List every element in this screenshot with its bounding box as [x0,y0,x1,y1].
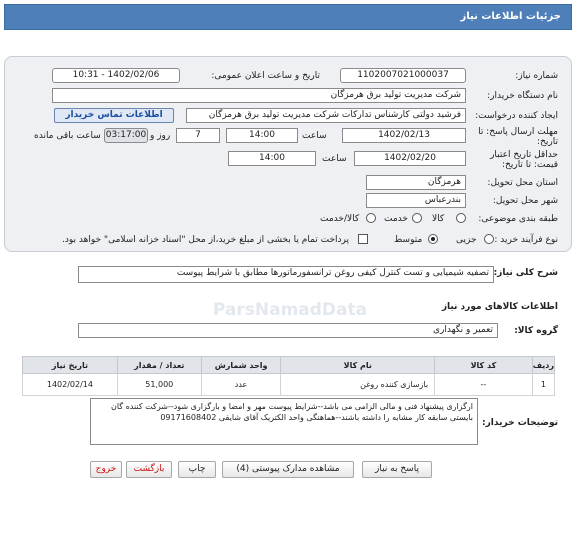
goods-group-field: تعمیر و نگهداری [78,323,498,338]
days-label: روز و [150,131,171,141]
creator-label: ایجاد کننده درخواست: [475,111,558,121]
category-radio-goods-service[interactable] [366,213,376,223]
deadline-date-field: 1402/02/13 [342,128,466,143]
validity-label: حداقل تاریخ اعتبار [490,150,558,160]
col-qty: تعداد / مقدار [116,356,202,374]
buyer-label: نام دستگاه خریدار: [487,91,558,101]
remaining-time-field: 03:17:00 [104,128,148,143]
category-radio-goods[interactable] [456,213,466,223]
process-option-medium: متوسط [394,235,423,245]
validity-date-label: قیمت: تا تاریخ: [502,160,558,170]
days-field: 7 [176,128,220,143]
watermark: ParsNamadData [212,300,368,320]
summary-label: شرح کلی نیاز: [493,268,558,278]
deadline-label: مهلت ارسال پاسخ: تا [478,127,558,137]
city-label: شهر محل تحویل: [492,196,558,206]
announce-field: 1402/02/06 - 10:31 [52,68,180,83]
cell-code: -- [434,373,533,396]
col-date: تاریخ نیاز [22,356,118,374]
need-number-label: شماره نیاز: [515,71,558,81]
remaining-label: ساعت باقی مانده [34,131,101,141]
buyer-notes-text: ارگزاری پیشنهاد فنی و مالی الزامی می باش… [90,398,478,445]
cell-name: بازسازی کننده روغن [280,373,436,396]
col-row: ردیف [531,356,556,374]
exit-button[interactable]: خروج [90,461,122,478]
deadline-time-field: 14:00 [226,128,298,143]
back-button[interactable]: بازگشت [126,461,172,478]
page-title: جزئیات اطلاعات نیاز [460,11,561,22]
validity-time-field: 14:00 [228,151,316,166]
creator-field: فرشید دولتی کارشناس تدارکات شرکت مدیریت … [186,108,466,123]
announce-label: تاریخ و ساعت اعلان عمومی: [211,71,320,81]
col-name: نام کالا [280,356,436,374]
contact-info-link[interactable]: اطلاعات تماس خریدار [54,108,174,123]
goods-section-title: اطلاعات کالاهای مورد نیاز [441,302,558,312]
cell-date: 1402/02/14 [22,373,118,396]
goods-table-header: ردیف کد کالا نام کالا واحد شمارش تعداد /… [22,356,556,374]
view-attachments-button[interactable]: مشاهده مدارک پیوستی (4) [222,461,354,478]
validity-time-label: ساعت [322,154,347,164]
col-code: کد کالا [434,356,533,374]
treasury-note: پرداخت تمام یا بخشی از مبلغ خرید،از محل … [62,235,350,245]
process-radio-medium[interactable] [428,234,438,244]
col-unit: واحد شمارش [200,356,282,374]
cell-unit: عدد [200,373,282,396]
category-option-service: خدمت [384,214,408,224]
category-radio-service[interactable] [412,213,422,223]
category-label: طبقه بندی موضوعی: [478,214,558,224]
province-field: هرمزگان [366,175,466,190]
table-row: 1 -- بازسازی کننده روغن عدد 51,000 1402/… [22,373,556,396]
cell-qty: 51,000 [116,373,202,396]
process-option-minor: جزیی [456,235,477,245]
process-radio-minor[interactable] [484,234,494,244]
category-option-goods: کالا [432,214,445,224]
page-header: جزئیات اطلاعات نیاز [4,4,572,30]
reply-button[interactable]: پاسخ به نیاز [362,461,432,478]
buyer-field: شرکت مدیریت تولید برق هرمزگان [52,88,466,103]
summary-field: تصفیه شیمیایی و تست کنترل کیفی روغن تران… [78,266,494,283]
province-label: استان محل تحویل: [487,178,558,188]
cell-row: 1 [531,373,556,396]
city-field: بندرعباس [366,193,466,208]
process-label: نوع فرآیند خرید : [494,235,558,245]
need-number-field: 1102007021000037 [340,68,466,83]
buyer-notes-label: توضیحات خریدار: [482,418,558,428]
goods-group-label: گروه کالا: [514,326,558,336]
goods-table: ردیف کد کالا نام کالا واحد شمارش تعداد /… [22,356,556,396]
category-option-goods-service: کالا/خدمت [320,214,360,224]
validity-date-field: 1402/02/20 [354,151,466,166]
treasury-checkbox[interactable] [358,234,368,244]
deadline-time-label: ساعت [302,131,327,141]
deadline-date-label: تاریخ: [537,137,558,147]
print-button[interactable]: چاپ [178,461,216,478]
